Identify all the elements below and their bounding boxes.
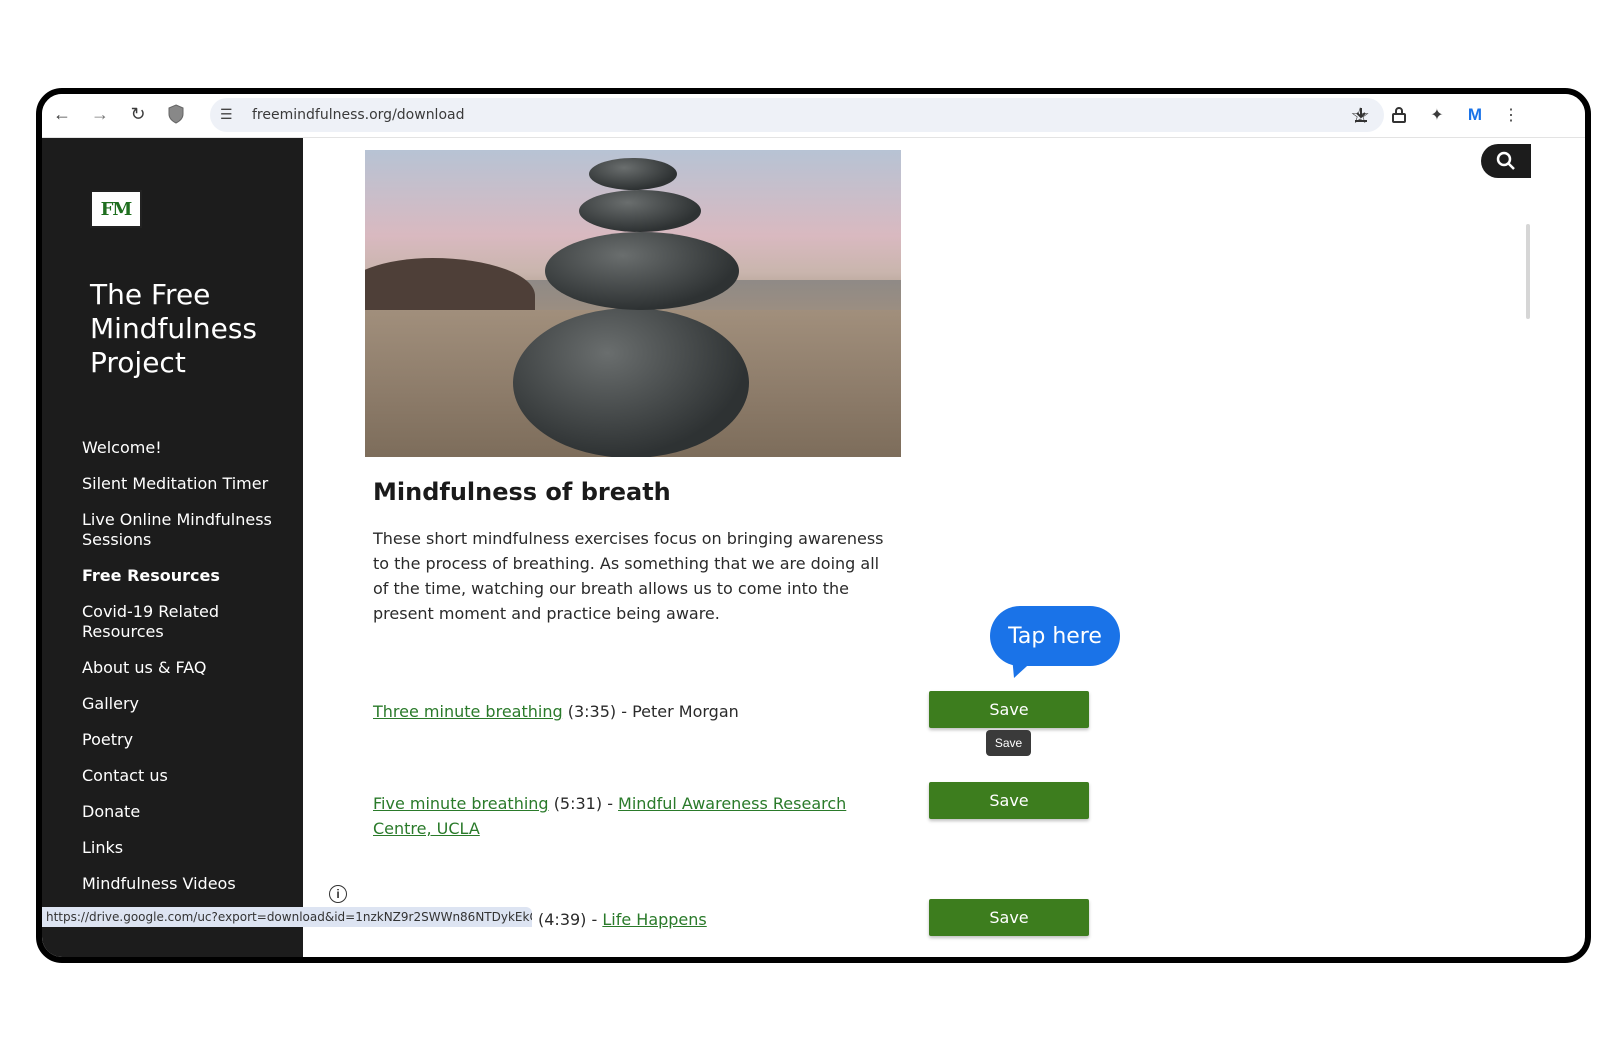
save-button[interactable]: Save	[929, 691, 1089, 728]
section-description: These short mindfulness exercises focus …	[373, 529, 884, 623]
sidebar-item-silent-meditation-timer[interactable]: Silent Meditation Timer	[82, 474, 292, 494]
sidebar-item-welcome[interactable]: Welcome!	[82, 438, 292, 458]
sidebar-item-donate[interactable]: Donate	[82, 802, 292, 822]
sidebar-item-links[interactable]: Links	[82, 838, 292, 858]
back-icon[interactable]: ←	[48, 100, 76, 128]
track-row: Five minute breathing (5:31) - Mindful A…	[373, 791, 893, 841]
profile-avatar[interactable]: M	[1462, 102, 1488, 128]
scrollbar[interactable]	[1526, 224, 1530, 319]
sidebar-item-covid-resources[interactable]: Covid-19 Related Resources	[82, 602, 292, 642]
logo-text: FM	[100, 198, 133, 220]
sidebar-item-gallery[interactable]: Gallery	[82, 694, 292, 714]
track-duration: (4:39) -	[538, 910, 603, 929]
sidebar-item-about-faq[interactable]: About us & FAQ	[82, 658, 292, 678]
sidebar-item-contact[interactable]: Contact us	[82, 766, 292, 786]
browser-toolbar: ← → ↻ ☰ freemindfulness.org/download ☆ ✦…	[42, 94, 1585, 138]
sidebar-item-poetry[interactable]: Poetry	[82, 730, 292, 750]
section-heading: Mindfulness of breath	[373, 478, 671, 506]
sidebar-menu: Welcome! Silent Meditation Timer Live On…	[82, 438, 292, 910]
device-frame: ← → ↻ ☰ freemindfulness.org/download ☆ ✦…	[36, 88, 1591, 963]
track-link[interactable]: Three minute breathing	[373, 702, 563, 721]
track-link[interactable]: Five minute breathing	[373, 794, 549, 813]
sidebar-item-videos[interactable]: Mindfulness Videos	[82, 874, 292, 894]
extensions-icon[interactable]: ✦	[1424, 102, 1450, 128]
track-author-link[interactable]: Life Happens	[602, 910, 706, 929]
site-title[interactable]: The Free Mindfulness Project	[90, 278, 290, 380]
track-duration: (3:35) -	[567, 702, 633, 721]
hero-image-stacked-stones	[365, 150, 901, 457]
save-button[interactable]: Save	[929, 782, 1089, 819]
sidebar: FM The Free Mindfulness Project Welcome!…	[42, 138, 303, 957]
track-row: Three minute breathing (3:35) - Peter Mo…	[373, 699, 739, 724]
track-row: (4:39) - Life Happens	[538, 907, 707, 932]
forward-icon[interactable]: →	[86, 100, 114, 128]
more-menu-icon[interactable]: ⋮	[1498, 102, 1524, 128]
lock-extension-icon[interactable]	[1386, 102, 1412, 128]
sidebar-item-live-online-sessions[interactable]: Live Online Mindfulness Sessions	[82, 510, 292, 550]
site-settings-icon[interactable]: ☰	[220, 106, 238, 124]
url-text[interactable]: freemindfulness.org/download	[252, 107, 464, 123]
site-logo[interactable]: FM	[90, 190, 142, 228]
search-button[interactable]	[1481, 144, 1531, 178]
status-bar-link-preview: https://drive.google.com/uc?export=downl…	[42, 907, 532, 927]
reload-icon[interactable]: ↻	[124, 100, 152, 128]
save-tooltip: Save	[986, 730, 1031, 756]
sidebar-item-free-resources[interactable]: Free Resources	[82, 566, 292, 586]
search-icon	[1496, 151, 1515, 170]
tap-here-callout: Tap here	[990, 606, 1120, 666]
track-duration: (5:31) -	[553, 794, 619, 813]
download-icon[interactable]	[1348, 102, 1374, 128]
save-button[interactable]: Save	[929, 899, 1089, 936]
address-bar[interactable]: ☰ freemindfulness.org/download ☆	[210, 98, 1384, 132]
shield-icon[interactable]	[162, 100, 190, 128]
info-icon[interactable]: i	[329, 885, 347, 903]
track-author: Peter Morgan	[632, 702, 739, 721]
